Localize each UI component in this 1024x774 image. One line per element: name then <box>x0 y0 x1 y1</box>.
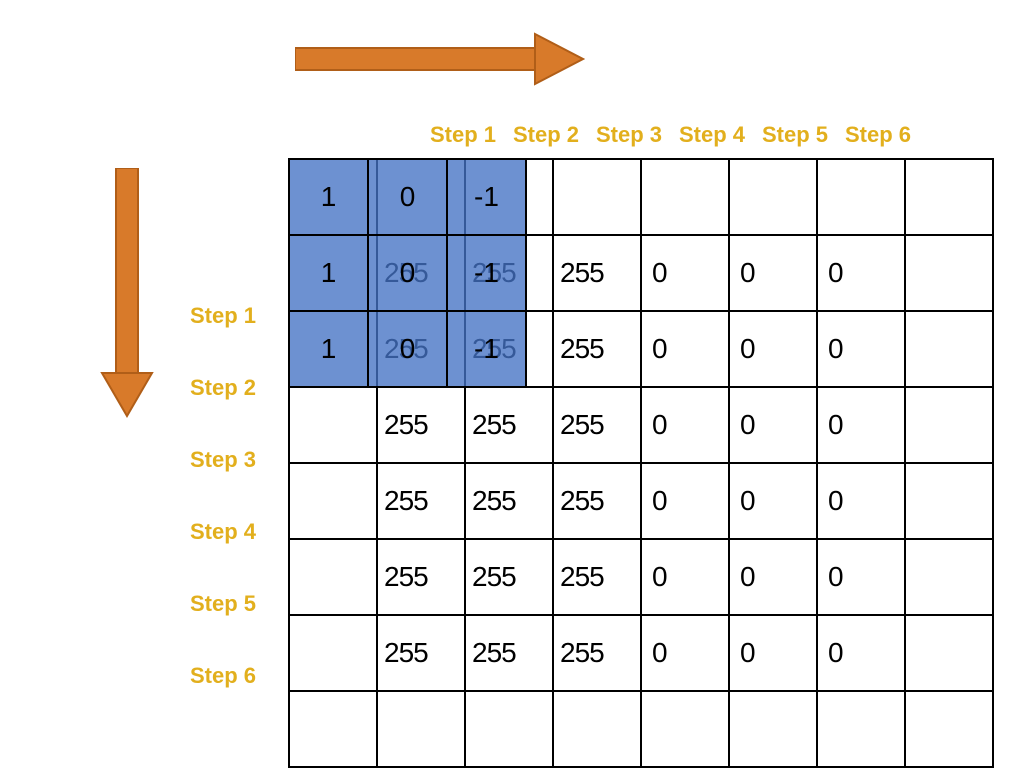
grid-cell <box>289 387 377 463</box>
grid-cell: 0 <box>817 463 905 539</box>
horizontal-arrow-icon <box>295 32 585 87</box>
grid-cell: 255 <box>553 539 641 615</box>
row-step-6: Step 6 <box>190 663 256 691</box>
col-step-1: Step 1 <box>430 122 500 148</box>
grid-cell: 0 <box>729 311 817 387</box>
grid-cell <box>289 615 377 691</box>
grid-cell: 0 <box>817 615 905 691</box>
kernel-cell: 1 <box>289 235 368 311</box>
row-step-2: Step 2 <box>190 375 256 403</box>
grid-cell <box>905 235 993 311</box>
col-step-3: Step 3 <box>596 122 666 148</box>
grid-cell: 255 <box>377 387 465 463</box>
grid-cell: 255 <box>377 463 465 539</box>
table-row: 255 255 255 0 0 0 <box>289 539 993 615</box>
col-step-4: Step 4 <box>679 122 749 148</box>
grid-cell: 255 <box>465 463 553 539</box>
col-step-5: Step 5 <box>762 122 832 148</box>
grid-cell <box>289 463 377 539</box>
grid-cell <box>553 691 641 767</box>
grid-cell: 255 <box>465 615 553 691</box>
grid-cell <box>729 691 817 767</box>
grid-cell: 0 <box>641 463 729 539</box>
table-row: 255 255 255 0 0 0 <box>289 463 993 539</box>
kernel-cell: -1 <box>447 159 526 235</box>
grid-cell <box>905 463 993 539</box>
grid-cell: 255 <box>553 387 641 463</box>
grid-cell: 0 <box>729 539 817 615</box>
column-step-labels: Step 1 Step 2 Step 3 Step 4 Step 5 Step … <box>430 122 915 148</box>
grid-cell: 0 <box>817 387 905 463</box>
grid-cell <box>377 691 465 767</box>
grid-cell <box>641 159 729 235</box>
grid-cell <box>289 691 377 767</box>
grid-cell <box>465 691 553 767</box>
grid-cell <box>641 691 729 767</box>
grid-cell: 255 <box>465 387 553 463</box>
row-step-1: Step 1 <box>190 303 256 331</box>
kernel-cell: 1 <box>289 159 368 235</box>
grid-cell <box>817 159 905 235</box>
col-step-6: Step 6 <box>845 122 915 148</box>
grid-cell <box>553 159 641 235</box>
grid-cell <box>905 615 993 691</box>
grid-cell: 255 <box>553 311 641 387</box>
grid-cell: 255 <box>553 235 641 311</box>
kernel-cell: 0 <box>368 311 447 387</box>
kernel-cell: -1 <box>447 311 526 387</box>
table-row: 255 255 255 0 0 0 <box>289 387 993 463</box>
row-step-5: Step 5 <box>190 591 256 619</box>
grid-cell: 255 <box>377 615 465 691</box>
grid-cell <box>905 387 993 463</box>
grid-cell <box>905 539 993 615</box>
grid-cell: 0 <box>817 311 905 387</box>
grid-cell <box>729 159 817 235</box>
grid-cell: 255 <box>377 539 465 615</box>
grid-cell: 0 <box>641 235 729 311</box>
row-step-3: Step 3 <box>190 447 256 475</box>
grid-cell <box>905 691 993 767</box>
grid-cell: 255 <box>553 463 641 539</box>
vertical-arrow-icon <box>100 168 155 418</box>
col-step-2: Step 2 <box>513 122 583 148</box>
grid-cell: 0 <box>729 463 817 539</box>
grid-cell: 255 <box>465 539 553 615</box>
grid-cell: 0 <box>817 235 905 311</box>
grid-cell <box>817 691 905 767</box>
grid-cell: 255 <box>553 615 641 691</box>
grid-cell: 0 <box>729 235 817 311</box>
grid-cell <box>289 539 377 615</box>
grid-cell <box>905 311 993 387</box>
row-step-4: Step 4 <box>190 519 256 547</box>
kernel-cell: -1 <box>447 235 526 311</box>
grid-cell: 0 <box>817 539 905 615</box>
kernel-cell: 0 <box>368 235 447 311</box>
grid-cell: 0 <box>641 615 729 691</box>
grid-cell <box>905 159 993 235</box>
grid-cell: 0 <box>641 539 729 615</box>
grid-cell: 0 <box>729 387 817 463</box>
grid-cell: 0 <box>729 615 817 691</box>
table-row: 255 255 255 0 0 0 <box>289 615 993 691</box>
grid-cell: 0 <box>641 387 729 463</box>
row-step-labels: Step 1 Step 2 Step 3 Step 4 Step 5 Step … <box>190 303 256 691</box>
table-row <box>289 691 993 767</box>
kernel-cell: 1 <box>289 311 368 387</box>
kernel-cell: 0 <box>368 159 447 235</box>
kernel-overlay: 1 0 -1 1 0 -1 1 0 -1 <box>288 158 527 388</box>
grid-cell: 0 <box>641 311 729 387</box>
